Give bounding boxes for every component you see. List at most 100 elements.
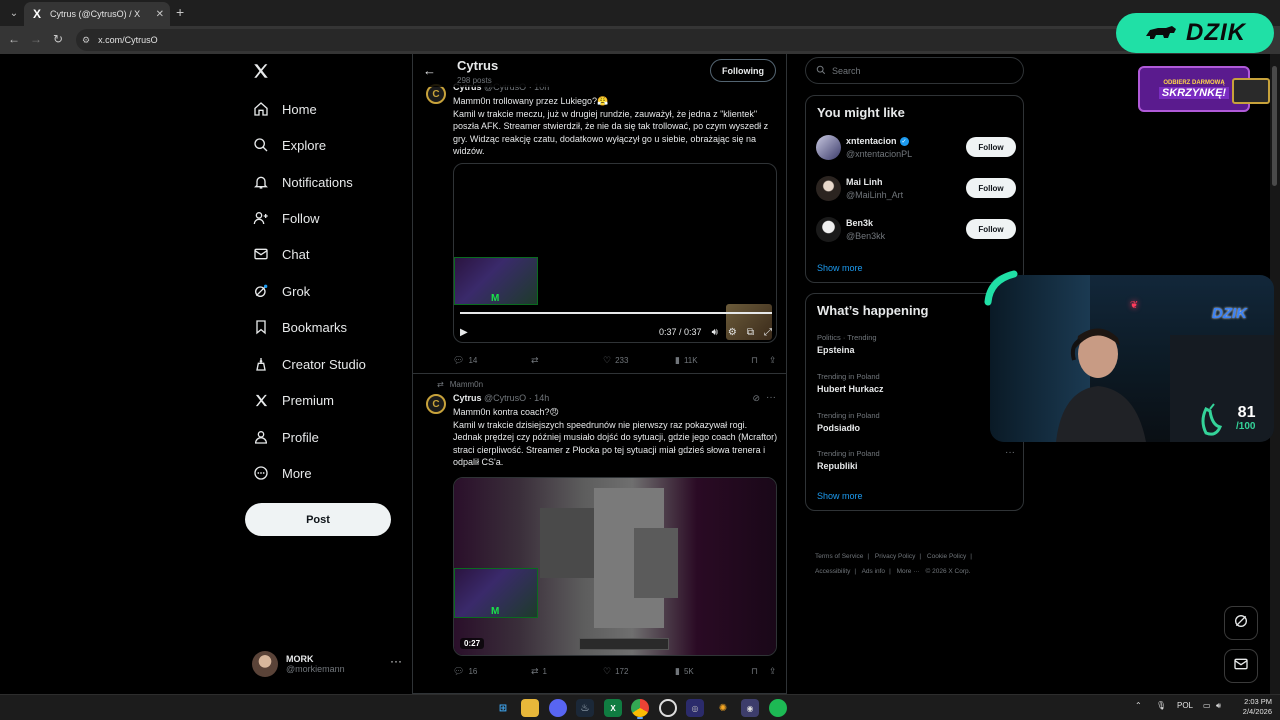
follow-button[interactable]: Follow xyxy=(966,219,1016,239)
reposted-by[interactable]: ⇄ Mamm0n xyxy=(437,380,483,389)
tab-search-icon[interactable]: ⌄ xyxy=(6,5,22,21)
bookmark-button[interactable]: ⊓ xyxy=(751,355,769,366)
volume-icon[interactable]: 🔊︎ xyxy=(1216,701,1221,711)
grok-float-button[interactable] xyxy=(1224,606,1258,640)
messages-float-button[interactable] xyxy=(1224,649,1258,683)
microphone-icon[interactable]: 🎙︎ xyxy=(1156,701,1166,710)
trend-item[interactable]: Politics · Trending Epsteina xyxy=(817,333,1017,355)
system-clock[interactable]: 2:03 PM 2/4/2026 xyxy=(1232,697,1272,717)
show-more-link[interactable]: Show more xyxy=(817,263,863,273)
video-player[interactable]: M ▶ 0:37 / 0:37 🔊︎ ⚙ ⧉ ⤢ xyxy=(453,163,777,343)
repost-button[interactable]: ⇄ xyxy=(531,355,603,366)
more-icon[interactable]: ··· xyxy=(390,654,402,668)
trend-item[interactable]: Trending in Poland Republiki ··· xyxy=(817,447,1017,471)
bookmark-button[interactable]: ⊓ xyxy=(751,666,769,677)
reload-icon[interactable]: ↻ xyxy=(50,32,66,46)
nav-chat[interactable]: Chat xyxy=(252,240,309,268)
scrollbar-thumb[interactable] xyxy=(1272,66,1277,186)
steam-icon[interactable]: ♨ xyxy=(576,699,594,717)
you-might-like-card: You might like xntentacion ✓ @xntentacion… xyxy=(805,95,1024,283)
app-icon[interactable]: ◎ xyxy=(686,699,704,717)
nav-more[interactable]: More xyxy=(252,459,312,487)
trend-item[interactable]: Trending in Poland Hubert Hurkacz xyxy=(817,372,1017,394)
spotify-icon[interactable] xyxy=(769,699,787,717)
avatar[interactable]: C xyxy=(426,84,446,104)
account-switcher[interactable]: MORK @morkiemann ··· xyxy=(252,648,402,680)
tweet-actions: 💬︎ 16 ⇄ 1 ♡ 172 ▮ 5K ⊓ ⇪ xyxy=(453,664,779,678)
forward-icon[interactable]: → xyxy=(28,32,44,46)
back-icon[interactable]: ← xyxy=(6,32,22,46)
footer-link[interactable]: Privacy Policy xyxy=(875,553,915,560)
suggestion-item[interactable]: Ben3k @Ben3kk Follow xyxy=(816,215,1016,245)
footer-link[interactable]: Terms of Service xyxy=(815,553,863,560)
tab-title: Cytrus (@CytrusO) / X xyxy=(50,9,141,19)
share-button[interactable]: ⇪ xyxy=(769,666,777,677)
heart-icon: ♡ xyxy=(603,354,612,365)
back-arrow-icon[interactable]: ← xyxy=(423,63,436,78)
chrome-icon[interactable] xyxy=(631,699,649,717)
footer-link[interactable]: Accessibility xyxy=(815,568,850,575)
follow-button[interactable]: Follow xyxy=(966,178,1016,198)
author-handle[interactable]: @CytrusO xyxy=(484,393,526,403)
fullscreen-icon[interactable]: ⤢ xyxy=(764,327,772,338)
new-tab-button[interactable]: + xyxy=(176,4,184,20)
browser-icon[interactable] xyxy=(659,699,677,717)
repost-button[interactable]: ⇄ 1 xyxy=(531,666,603,677)
volume-icon[interactable]: 🔊︎ xyxy=(712,327,718,338)
video-progress-bar[interactable] xyxy=(460,312,772,314)
file-explorer-icon[interactable] xyxy=(521,699,539,717)
settings-app-icon[interactable]: ✺ xyxy=(714,699,732,717)
suggestion-item[interactable]: Mai Linh @MaiLinh_Art Follow xyxy=(816,174,1016,204)
nav-creator-studio[interactable]: Creator Studio xyxy=(252,350,366,378)
avatar[interactable]: C xyxy=(426,394,446,414)
excel-icon[interactable]: X xyxy=(604,699,622,717)
nav-premium[interactable]: Premium xyxy=(252,386,334,414)
views-button[interactable]: ▮ 11K xyxy=(675,355,751,366)
grok-icon[interactable]: ⊘ xyxy=(752,393,760,404)
author-name[interactable]: Cytrus xyxy=(453,393,482,403)
like-button[interactable]: ♡ 172 xyxy=(603,666,675,677)
footer-link[interactable]: More ··· xyxy=(897,568,920,575)
x-logo-icon[interactable] xyxy=(252,62,270,86)
more-icon[interactable]: ··· xyxy=(766,392,776,403)
nav-home[interactable]: Home xyxy=(252,95,317,123)
following-button[interactable]: Following xyxy=(710,59,776,82)
post-button[interactable]: Post xyxy=(245,503,391,536)
reply-button[interactable]: 💬︎ 16 xyxy=(453,666,531,677)
trend-item[interactable]: Trending in Poland Podsiadło xyxy=(817,411,1017,433)
share-button[interactable]: ⇪ xyxy=(769,355,777,366)
footer-link[interactable]: Ads info xyxy=(862,568,886,575)
tweet[interactable]: C Cytrus @CytrusO · 10h Mamm0n trollowan… xyxy=(413,54,786,374)
language-indicator[interactable]: POL xyxy=(1177,701,1193,710)
network-icon[interactable]: ▭ xyxy=(1203,701,1211,710)
follow-button[interactable]: Follow xyxy=(966,137,1016,157)
like-button[interactable]: ♡ 233 xyxy=(603,355,675,366)
nav-follow[interactable]: Follow xyxy=(252,204,320,232)
tab-close-icon[interactable]: ✕ xyxy=(156,9,164,20)
start-icon[interactable]: ⊞ xyxy=(494,699,512,717)
footer-link[interactable]: Cookie Policy xyxy=(927,553,966,560)
tweet-time[interactable]: · 14h xyxy=(529,393,550,403)
tweet[interactable]: ⇄ Mamm0n C Cytrus @CytrusO · 14h ⊘ ··· M… xyxy=(413,374,786,694)
tray-chevron-icon[interactable]: ⌃ xyxy=(1135,701,1142,710)
url-omnibox[interactable]: ⚙ x.com/CytrusO xyxy=(76,29,1136,51)
nav-profile[interactable]: Profile xyxy=(252,423,319,451)
search-input[interactable]: Search xyxy=(805,57,1024,84)
browser-tab[interactable]: X Cytrus (@CytrusO) / X ✕ xyxy=(24,2,170,26)
pip-icon[interactable]: ⧉ xyxy=(747,327,754,338)
discord-icon[interactable] xyxy=(549,699,567,717)
site-info-icon[interactable]: ⚙ xyxy=(82,35,90,46)
nav-notifications[interactable]: Notifications xyxy=(252,168,353,196)
settings-icon[interactable]: ⚙ xyxy=(728,327,737,338)
show-more-link[interactable]: Show more xyxy=(817,491,863,501)
suggestion-item[interactable]: xntentacion ✓ @xntentacionPL Follow xyxy=(816,133,1016,163)
nav-bookmarks[interactable]: Bookmarks xyxy=(252,313,347,341)
more-icon[interactable]: ··· xyxy=(1005,447,1015,458)
views-button[interactable]: ▮ 5K xyxy=(675,666,751,677)
nav-grok[interactable]: Grok xyxy=(252,277,310,305)
video-player[interactable]: M 0:27 xyxy=(453,477,777,656)
reply-button[interactable]: 💬︎ 14 xyxy=(453,355,531,366)
obs-icon[interactable]: ◉ xyxy=(741,699,759,717)
nav-explore[interactable]: Explore xyxy=(252,131,326,159)
play-icon[interactable]: ▶ xyxy=(460,327,468,338)
